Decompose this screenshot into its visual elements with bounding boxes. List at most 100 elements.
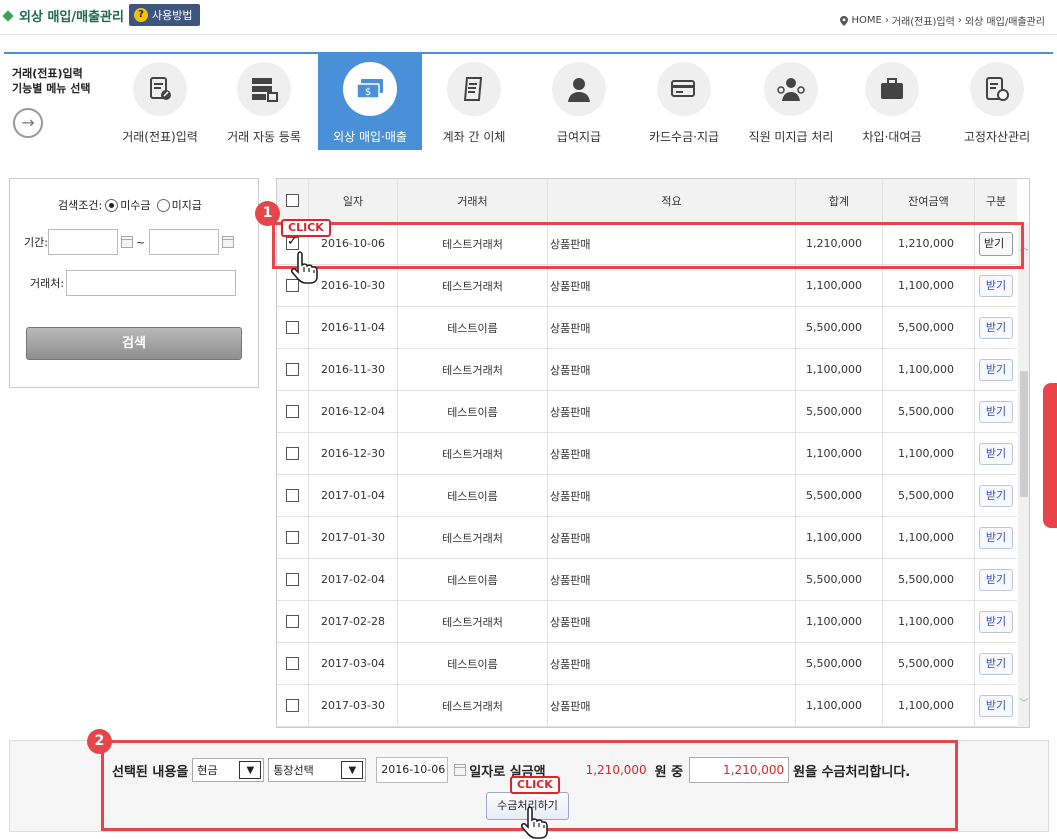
table-row[interactable]: 2016-12-30 테스트거래처 상품판매 1,100,000 1,100,000 받기 [277, 433, 1017, 475]
step1-highlight [272, 222, 1024, 269]
chevron-right-icon: › [884, 15, 889, 26]
receive-button[interactable]: 받기 [979, 652, 1013, 675]
row-checkbox[interactable] [286, 699, 299, 712]
cell-date: 2017-01-04 [309, 475, 398, 516]
menu-item-auto-register[interactable]: 거래 자동 등록 [212, 54, 316, 150]
calendar-icon[interactable] [222, 236, 235, 248]
row-checkbox[interactable] [286, 531, 299, 544]
cell-action: 받기 [975, 517, 1017, 558]
breadcrumb-home[interactable]: HOME [851, 15, 881, 26]
receive-button[interactable]: 받기 [979, 358, 1013, 381]
person-icon [552, 62, 606, 116]
scroll-thumb[interactable] [1020, 371, 1028, 497]
menu-item-loan[interactable]: 차입·대여금 [840, 54, 944, 150]
menu-item-employee-unpaid[interactable]: 직원 미지급 처리 [736, 54, 846, 150]
cell-remaining: 1,100,000 [883, 433, 975, 474]
radio-receivable[interactable] [105, 198, 119, 212]
receive-button[interactable]: 받기 [979, 610, 1013, 633]
receive-button[interactable]: 받기 [979, 400, 1013, 423]
cell-total: 1,100,000 [796, 433, 883, 474]
menu-intro: 거래(전표)입력 기능별 메뉴 선택 [12, 66, 91, 96]
table-row[interactable]: 2016-12-04 테스트이름 상품판매 5,500,000 5,500,000 받기 [277, 391, 1017, 433]
receive-button[interactable]: 받기 [979, 484, 1013, 507]
cell-description: 상품판매 [548, 559, 796, 600]
cell-total: 1,100,000 [796, 685, 883, 726]
cell-date: 2016-12-30 [309, 433, 398, 474]
row-checkbox[interactable] [286, 321, 299, 334]
cell-description: 상품판매 [548, 391, 796, 432]
search-button[interactable]: 검색 [26, 327, 242, 360]
menu-item-label: 고정자산관리 [963, 130, 1031, 144]
svg-text:$: $ [365, 87, 371, 98]
row-checkbox[interactable] [286, 615, 299, 628]
money-transfer-icon: $ [343, 62, 397, 116]
menu-item-fixed-assets[interactable]: 고정자산관리 [944, 54, 1050, 150]
period-label: 기간: [24, 236, 48, 249]
cell-remaining: 1,100,000 [883, 517, 975, 558]
table-row[interactable]: 2017-02-28 테스트거래처 상품판매 1,100,000 1,100,000 받기 [277, 601, 1017, 643]
row-checkbox[interactable] [286, 657, 299, 670]
table-row[interactable]: 2017-01-04 테스트이름 상품판매 5,500,000 5,500,000 받기 [277, 475, 1017, 517]
receive-button[interactable]: 받기 [979, 274, 1013, 297]
receive-button[interactable]: 받기 [979, 694, 1013, 717]
table-row[interactable]: 2017-02-04 테스트이름 상품판매 5,500,000 5,500,000 받기 [277, 559, 1017, 601]
calendar-icon[interactable] [120, 236, 133, 248]
cell-partner: 테스트거래처 [398, 265, 548, 306]
menu-item-label: 외상 매입·매출 [333, 130, 407, 144]
step2-badge: 2 [87, 729, 112, 754]
cell-total: 5,500,000 [796, 559, 883, 600]
header-total: 합계 [796, 179, 883, 222]
arrow-right-icon[interactable]: → [13, 108, 43, 138]
table-row[interactable]: 2016-10-30 테스트거래처 상품판매 1,100,000 1,100,000 받기 [277, 265, 1017, 307]
table-row[interactable]: 2016-11-30 테스트거래처 상품판매 1,100,000 1,100,000 받기 [277, 349, 1017, 391]
vertical-scrollbar[interactable]: ︿ ﹀ [1018, 223, 1029, 727]
partner-input[interactable] [66, 270, 237, 296]
help-button[interactable]: ? 사용방법 [129, 4, 201, 26]
cell-remaining: 5,500,000 [883, 559, 975, 600]
row-checkbox[interactable] [286, 405, 299, 418]
receive-button[interactable]: 받기 [979, 442, 1013, 465]
menu-item-credit-purchase-sales[interactable]: $ 외상 매입·매출 [318, 54, 422, 150]
cell-partner: 테스트거래처 [398, 433, 548, 474]
table-header: 일자 거래처 적요 합계 잔여금액 구분 [277, 179, 1017, 223]
row-checkbox[interactable] [286, 573, 299, 586]
table-row[interactable]: 2017-01-30 테스트거래처 상품판매 1,100,000 1,100,000 받기 [277, 517, 1017, 559]
menu-item-card-receipt[interactable]: 카드수금·지급 [632, 54, 736, 150]
menu-item-account-transfer[interactable]: 계좌 간 이체 [422, 54, 526, 150]
table-row[interactable]: 2017-03-30 테스트거래처 상품판매 1,100,000 1,100,000 받기 [277, 685, 1017, 727]
menu-item-salary[interactable]: 급여지급 [527, 54, 631, 150]
cell-date: 2017-01-30 [309, 517, 398, 558]
cell-remaining: 5,500,000 [883, 475, 975, 516]
side-quick-tab[interactable] [1043, 383, 1057, 528]
end-date-input[interactable] [149, 229, 220, 255]
receive-button[interactable]: 받기 [979, 568, 1013, 591]
table-row[interactable]: 2016-11-04 테스트이름 상품판매 5,500,000 5,500,000 받기 [277, 307, 1017, 349]
cell-remaining: 1,100,000 [883, 349, 975, 390]
radio-receivable-label[interactable]: 미수금 [120, 197, 150, 213]
row-checkbox[interactable] [286, 363, 299, 376]
receive-button[interactable]: 받기 [979, 526, 1013, 549]
document-edit-icon [133, 62, 187, 116]
diamond-icon [2, 9, 14, 22]
cell-total: 1,100,000 [796, 601, 883, 642]
radio-payable[interactable] [156, 198, 170, 212]
menu-item-label: 거래 자동 등록 [227, 130, 301, 144]
employee-icon [764, 62, 818, 116]
cell-checkbox [277, 349, 309, 390]
start-date-input[interactable] [47, 229, 118, 255]
select-all-checkbox[interactable] [286, 194, 299, 207]
scroll-down-icon[interactable]: ﹀ [1018, 697, 1029, 711]
menu-item-label: 직원 미지급 처리 [748, 130, 834, 144]
header-partner: 거래처 [398, 179, 548, 222]
menu-item-transaction-entry[interactable]: 거래(전표)입력 [108, 54, 212, 150]
row-checkbox[interactable] [286, 489, 299, 502]
cell-checkbox [277, 517, 309, 558]
breadcrumb-item[interactable]: 거래(전표)입력 [892, 13, 955, 28]
cell-total: 5,500,000 [796, 391, 883, 432]
table-row[interactable]: 2017-03-04 테스트이름 상품판매 5,500,000 5,500,000 받기 [277, 643, 1017, 685]
cell-partner: 테스트이름 [398, 307, 548, 348]
row-checkbox[interactable] [286, 447, 299, 460]
receive-button[interactable]: 받기 [979, 316, 1013, 339]
radio-payable-label[interactable]: 미지급 [172, 197, 202, 213]
cell-description: 상품판매 [548, 643, 796, 684]
